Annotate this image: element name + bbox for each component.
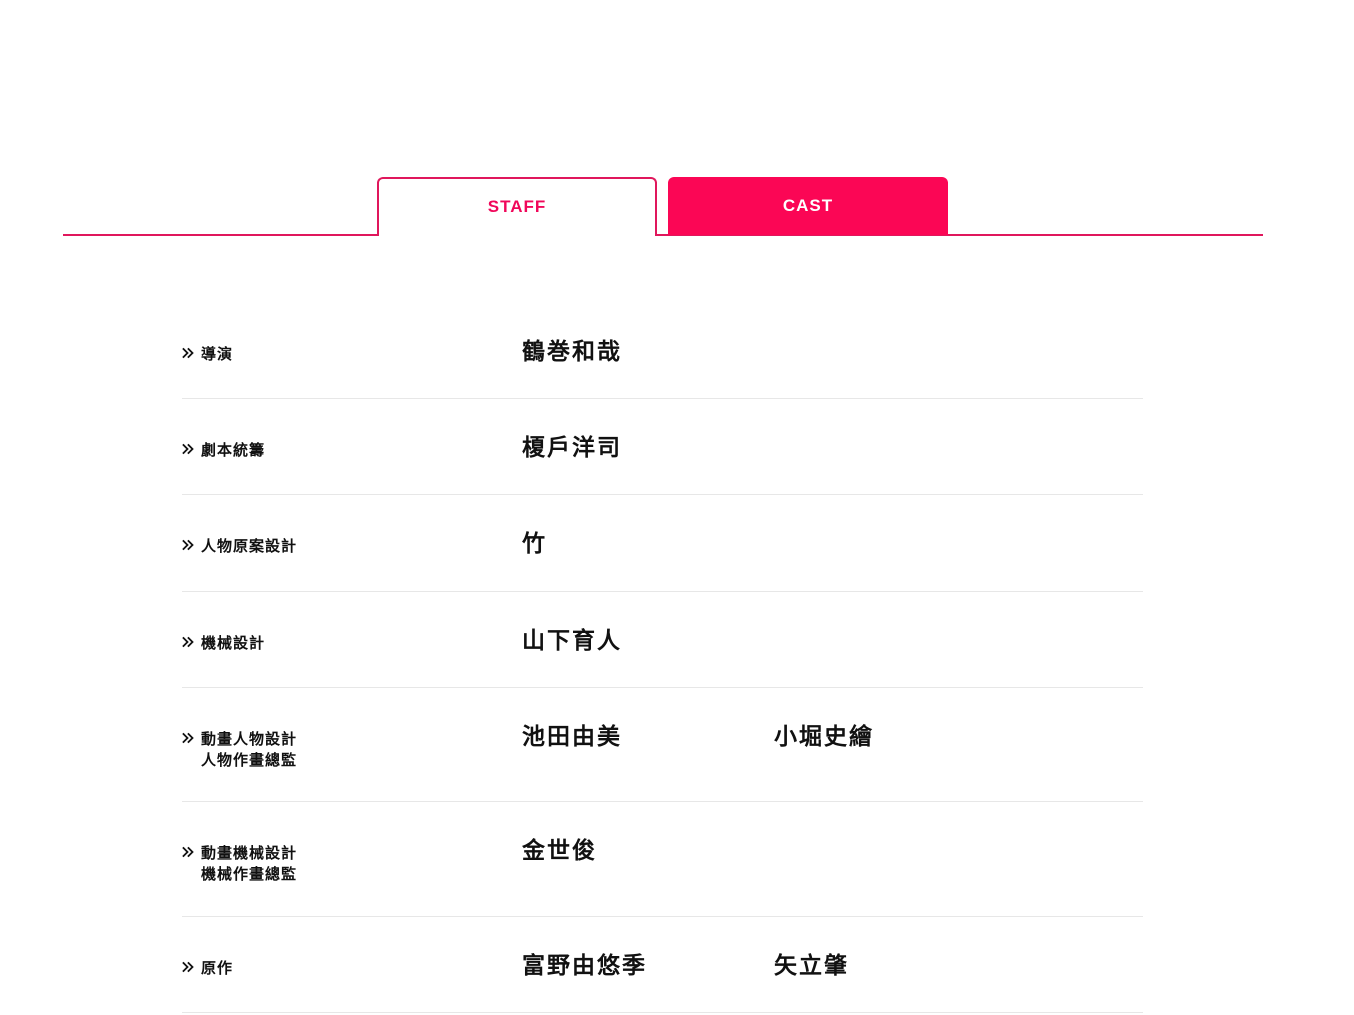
tabs-underline [63, 234, 1263, 236]
staff-names: 池田由美 小堀史繪 [522, 722, 1026, 752]
staff-name: 池田由美 [522, 724, 622, 750]
staff-names: 金世俊 [522, 836, 774, 866]
staff-role: 動畫人物設計 人物作畫總監 [182, 729, 297, 771]
staff-names: 榎戶洋司 [522, 433, 774, 463]
double-chevron-right-icon [182, 732, 194, 744]
staff-row: 原作 富野由悠季 矢立肇 [182, 917, 1143, 1013]
staff-role-label: 原作 [201, 959, 234, 977]
staff-cast-tabs: STAFF CAST [63, 177, 1263, 237]
staff-role: 原作 [182, 958, 233, 979]
staff-name: 金世俊 [522, 838, 597, 864]
staff-role-label: 機械作畫總監 [201, 865, 298, 883]
double-chevron-right-icon [182, 961, 194, 973]
staff-row: 機械設計 山下育人 [182, 592, 1143, 688]
staff-role-label: 動畫機械設計 [201, 844, 298, 862]
double-chevron-right-icon [182, 539, 194, 551]
staff-name: 小堀史繪 [774, 724, 874, 750]
double-chevron-right-icon [182, 347, 194, 359]
staff-row: 人物原案設計 竹 [182, 495, 1143, 592]
staff-role-label: 劇本統籌 [201, 441, 266, 459]
staff-role: 導演 [182, 344, 233, 365]
staff-list: 導演 鶴巻和哉 劇本統籌 榎戶洋司 人物原案設計 竹 機械設計 山下育人 動畫人… [182, 303, 1143, 1013]
double-chevron-right-icon [182, 846, 194, 858]
double-chevron-right-icon [182, 636, 194, 648]
staff-names: 富野由悠季 矢立肇 [522, 951, 1026, 981]
staff-row: 劇本統籌 榎戶洋司 [182, 399, 1143, 495]
tab-cast[interactable]: CAST [668, 177, 948, 235]
staff-name: 山下育人 [522, 628, 622, 654]
tab-staff-label: STAFF [487, 196, 547, 216]
staff-row: 動畫人物設計 人物作畫總監 池田由美 小堀史繪 [182, 688, 1143, 802]
staff-role-label: 人物原案設計 [201, 537, 298, 555]
staff-names: 竹 [522, 529, 774, 559]
staff-role: 機械設計 [182, 633, 265, 654]
staff-role-label: 動畫人物設計 [201, 730, 298, 748]
staff-name: 榎戶洋司 [522, 435, 622, 461]
staff-role-label: 導演 [201, 345, 234, 363]
staff-name: 竹 [522, 531, 547, 557]
staff-role-label: 機械設計 [201, 634, 266, 652]
staff-name: 富野由悠季 [522, 953, 647, 979]
staff-row: 動畫機械設計 機械作畫總監 金世俊 [182, 802, 1143, 917]
staff-names: 鶴巻和哉 [522, 337, 774, 367]
staff-role: 動畫機械設計 機械作畫總監 [182, 843, 297, 885]
staff-role: 人物原案設計 [182, 536, 297, 557]
staff-name: 鶴巻和哉 [522, 339, 622, 365]
staff-name: 矢立肇 [774, 953, 849, 979]
tab-cast-label: CAST [782, 196, 834, 215]
double-chevron-right-icon [182, 443, 194, 455]
tab-staff[interactable]: STAFF [377, 177, 657, 236]
staff-names: 山下育人 [522, 626, 774, 656]
staff-row: 導演 鶴巻和哉 [182, 303, 1143, 399]
staff-role-label: 人物作畫總監 [201, 751, 298, 769]
staff-role: 劇本統籌 [182, 440, 265, 461]
